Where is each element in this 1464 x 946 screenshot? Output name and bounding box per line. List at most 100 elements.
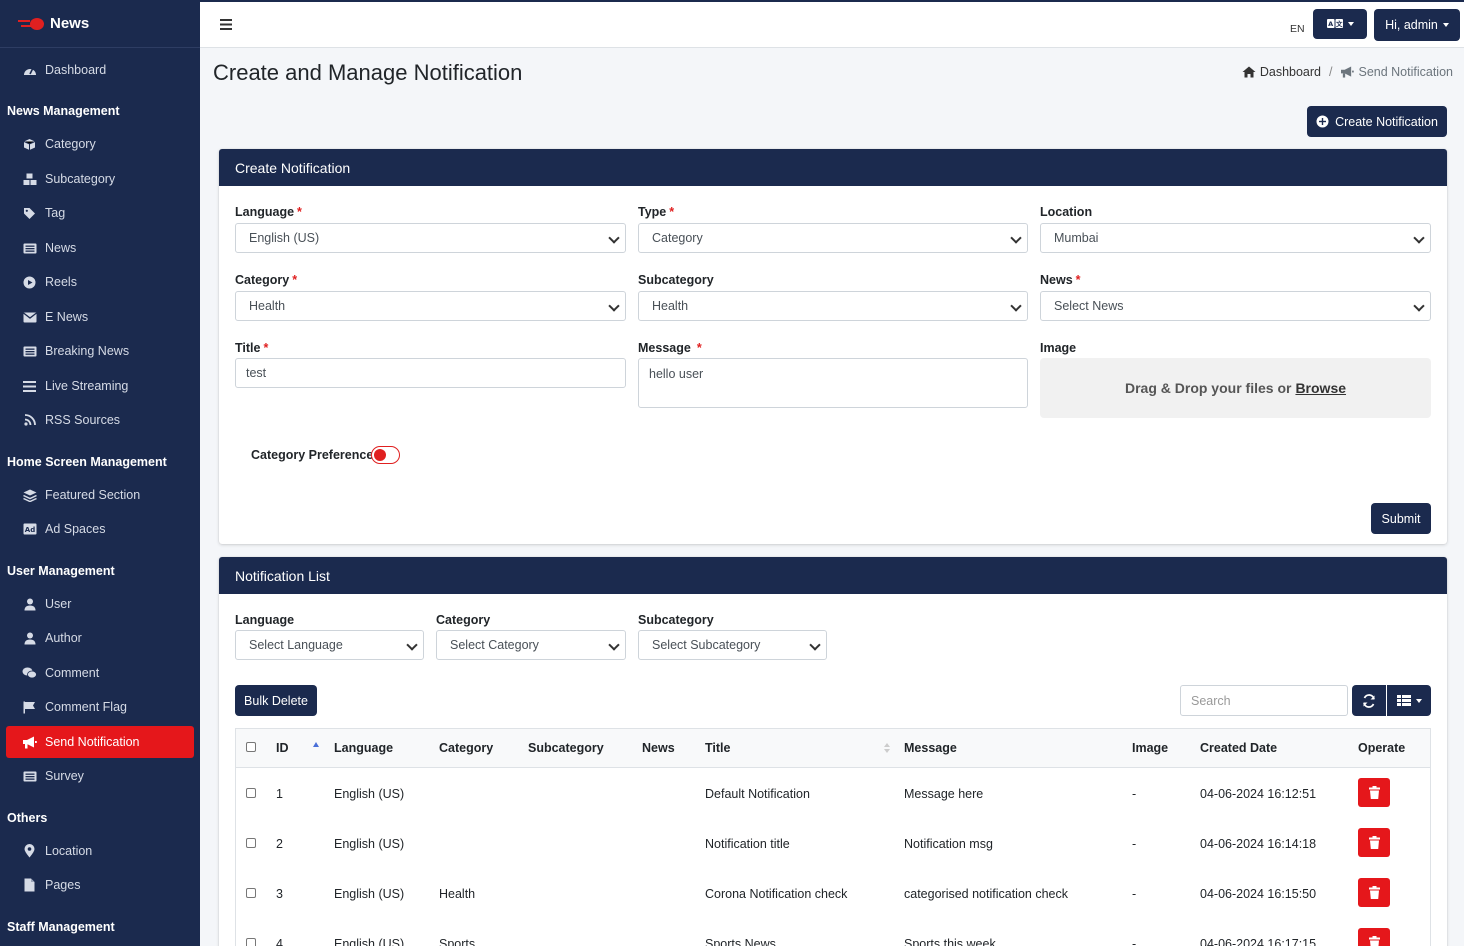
location-select[interactable]: Mumbai	[1040, 223, 1431, 253]
row-checkbox[interactable]	[246, 888, 256, 898]
sidebar-item-reels[interactable]: Reels	[6, 266, 194, 298]
menu-toggle-icon[interactable]	[220, 17, 232, 35]
col-created-date-header[interactable]: Created Date	[1200, 741, 1277, 755]
table-row: 3 English (US) Health Corona Notificatio…	[236, 868, 1430, 918]
row-checkbox[interactable]	[246, 788, 256, 798]
brand[interactable]: News	[0, 0, 200, 48]
cell-image: -	[1132, 887, 1137, 901]
chevron-down-icon	[1415, 698, 1422, 703]
sidebar-item-label: Pages	[45, 878, 81, 892]
delete-button[interactable]	[1358, 928, 1390, 946]
sidebar-item-label: Breaking News	[45, 344, 130, 358]
sidebar-item-label: E News	[45, 310, 89, 324]
breadcrumb-dashboard-link[interactable]: Dashboard	[1260, 65, 1321, 79]
sidebar: News Dashboard News Management Category …	[0, 0, 200, 946]
sidebar-item-user[interactable]: User	[6, 588, 194, 620]
title-label: Title *	[235, 341, 269, 355]
cell-title: Corona Notification check	[705, 887, 848, 901]
col-news-header[interactable]: News	[642, 741, 675, 755]
sidebar-item-rss-sources[interactable]: RSS Sources	[6, 404, 194, 436]
col-subcategory-header[interactable]: Subcategory	[528, 741, 604, 755]
nav-heading-home-screen-management: Home Screen Management	[7, 455, 167, 469]
trash-icon	[1368, 786, 1380, 799]
category-preference-label: Category Preference	[251, 448, 374, 462]
sidebar-item-comment-flag[interactable]: Comment Flag	[6, 691, 194, 723]
sidebar-item-label: Location	[45, 844, 93, 858]
sidebar-item-location[interactable]: Location	[6, 835, 194, 867]
filter-subcategory-label: Subcategory	[638, 613, 714, 627]
sidebar-item-author[interactable]: Author	[6, 622, 194, 654]
title-input[interactable]: test	[235, 358, 626, 388]
col-image-header[interactable]: Image	[1132, 741, 1168, 755]
sidebar-item-subcategory[interactable]: Subcategory	[6, 163, 194, 195]
sidebar-item-tag[interactable]: Tag	[6, 197, 194, 229]
tag-icon	[22, 206, 37, 220]
bulk-delete-button[interactable]: Bulk Delete	[235, 685, 317, 716]
filter-category-select[interactable]: Select Category	[436, 630, 626, 660]
table-row: 4 English (US) Sports Sports News Sports…	[236, 918, 1430, 946]
filter-language-select[interactable]: Select Language	[235, 630, 424, 660]
sidebar-item-comment[interactable]: Comment	[6, 657, 194, 689]
filter-subcategory-select[interactable]: Select Subcategory	[638, 630, 827, 660]
notification-table: ID Language Category Subcategory News Ti…	[235, 728, 1431, 946]
svg-text:文: 文	[1334, 19, 1342, 28]
sidebar-item-label: Dashboard	[45, 63, 107, 77]
cell-language: English (US)	[334, 937, 405, 946]
type-select[interactable]: Category	[638, 223, 1028, 253]
sidebar-item-e-news[interactable]: E News	[6, 301, 194, 333]
sidebar-item-label: RSS Sources	[45, 413, 121, 427]
news-select[interactable]: Select News	[1040, 291, 1431, 321]
user-menu-button[interactable]: Hi, admin	[1374, 9, 1460, 41]
browse-link[interactable]: Browse	[1295, 380, 1346, 396]
sidebar-item-live-streaming[interactable]: Live Streaming	[6, 370, 194, 402]
col-id-header[interactable]: ID	[276, 741, 289, 755]
cell-message: Sports this week	[904, 937, 996, 946]
cell-created-date: 04-06-2024 16:15:50	[1200, 887, 1317, 901]
sidebar-item-pages[interactable]: Pages	[6, 869, 194, 901]
sidebar-item-featured-section[interactable]: Featured Section	[6, 479, 194, 511]
col-message-header[interactable]: Message	[904, 741, 957, 755]
user-menu-label: Hi, admin	[1385, 18, 1438, 32]
sidebar-item-ad-spaces[interactable]: Ad Ad Spaces	[6, 513, 194, 545]
create-notification-button[interactable]: Create Notification	[1307, 106, 1447, 137]
sidebar-item-news[interactable]: News	[6, 232, 194, 264]
sidebar-item-label: Category	[45, 137, 96, 151]
language-switch-button[interactable]: A文	[1313, 9, 1367, 39]
table-search-input[interactable]: Search	[1180, 685, 1348, 716]
nav-heading-user-management: User Management	[7, 564, 115, 578]
subcategory-select[interactable]: Health	[638, 291, 1028, 321]
trash-icon	[1368, 936, 1380, 946]
cell-message: categorised notification check	[904, 887, 1068, 901]
filter-language-label: Language	[235, 613, 295, 627]
sidebar-item-survey[interactable]: Survey	[6, 760, 194, 792]
category-select[interactable]: Health	[235, 291, 626, 321]
delete-button[interactable]	[1358, 878, 1390, 907]
select-all-checkbox[interactable]	[246, 742, 256, 752]
sidebar-item-dashboard[interactable]: Dashboard	[6, 54, 194, 86]
col-category-header[interactable]: Category	[439, 741, 493, 755]
cell-title: Default Notification	[705, 787, 810, 801]
cell-title: Notification title	[705, 837, 790, 851]
columns-toggle-button[interactable]	[1387, 685, 1431, 716]
refresh-button[interactable]	[1352, 685, 1386, 716]
chevron-down-icon	[1442, 23, 1449, 27]
row-checkbox[interactable]	[246, 838, 256, 848]
submit-button[interactable]: Submit	[1371, 503, 1431, 534]
col-language-header[interactable]: Language	[334, 741, 393, 755]
ad-icon: Ad	[22, 522, 37, 536]
row-checkbox[interactable]	[246, 938, 256, 946]
category-preference-toggle[interactable]	[371, 446, 400, 464]
col-title-header[interactable]: Title	[705, 741, 730, 755]
nav-heading-news-management: News Management	[7, 104, 120, 118]
sidebar-item-breaking-news[interactable]: Breaking News	[6, 335, 194, 367]
language-select[interactable]: English (US)	[235, 223, 626, 253]
cell-title: Sports News	[705, 937, 776, 946]
sidebar-item-send-notification[interactable]: Send Notification	[6, 726, 194, 758]
image-dropzone[interactable]: Drag & Drop your files or Browse	[1040, 358, 1431, 418]
delete-button[interactable]	[1358, 828, 1390, 857]
sidebar-item-category[interactable]: Category	[6, 128, 194, 160]
sidebar-item-label: Live Streaming	[45, 379, 129, 393]
page-title: Create and Manage Notification	[213, 60, 523, 85]
message-textarea[interactable]: hello user	[638, 358, 1028, 408]
delete-button[interactable]	[1358, 778, 1390, 807]
